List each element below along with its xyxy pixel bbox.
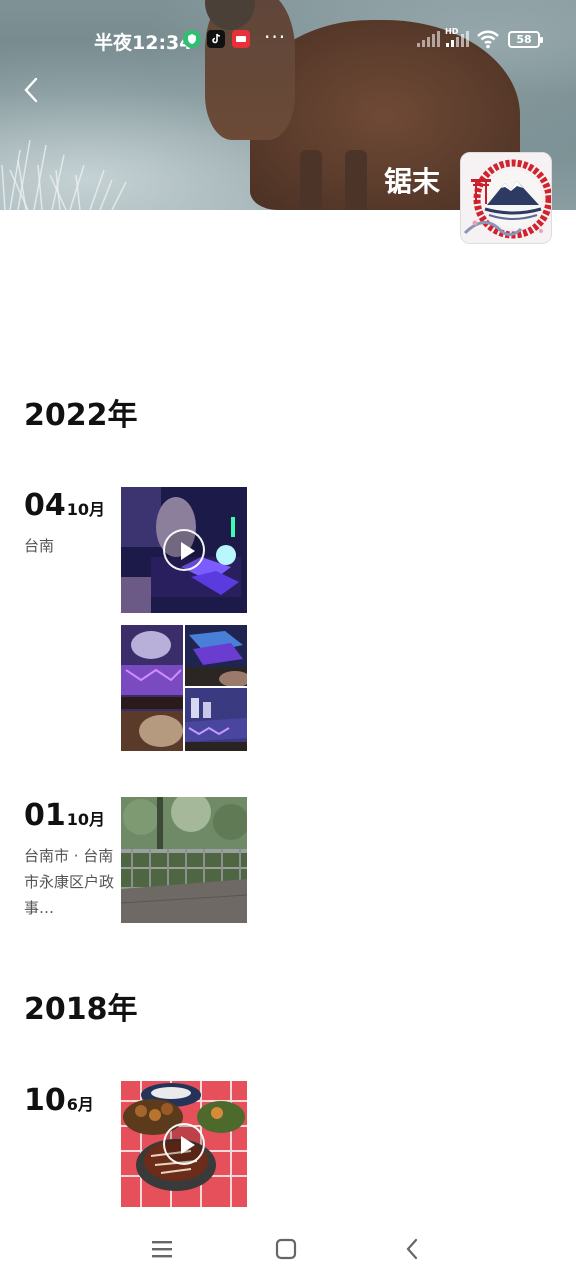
photo-thumbnail[interactable] xyxy=(121,625,183,751)
signal-icon-2 xyxy=(446,31,469,47)
signal-icon xyxy=(417,31,440,47)
status-time: 半夜12:34 xyxy=(94,32,193,54)
play-icon xyxy=(163,1123,205,1165)
user-name: 锯末 xyxy=(384,165,441,198)
year-heading: 2018年 xyxy=(24,992,138,1027)
home-icon xyxy=(275,1238,297,1260)
nav-back-button[interactable] xyxy=(392,1234,432,1264)
photo-thumbnail[interactable] xyxy=(121,797,247,923)
chevron-left-icon xyxy=(24,77,38,103)
balcony-railing-image xyxy=(121,797,247,923)
mount-fuji-avatar-image xyxy=(461,153,551,243)
tiktok-icon xyxy=(207,30,225,48)
shield-icon xyxy=(183,30,201,48)
party-scene-image xyxy=(185,625,247,686)
party-scene-image xyxy=(185,688,247,751)
more-indicator: ··· xyxy=(264,25,287,49)
day-number: 01 xyxy=(24,798,66,833)
animal-leg xyxy=(345,150,367,210)
day-number: 10 xyxy=(24,1083,66,1118)
video-thumbnail[interactable] xyxy=(121,1081,247,1207)
location-label: 台南市 · 台南市永康区户政事… xyxy=(24,847,115,917)
date-label: 0110月 xyxy=(24,798,105,833)
photo-thumbnail[interactable] xyxy=(185,625,247,686)
day-number: 04 xyxy=(24,488,66,523)
status-bar: 半夜12:34 ··· HD 58 xyxy=(0,0,576,80)
video-thumbnail[interactable] xyxy=(121,487,247,613)
date-label: 0410月 xyxy=(24,488,105,523)
nav-home-button[interactable] xyxy=(266,1234,306,1264)
system-nav-bar xyxy=(0,1216,576,1280)
battery-icon: 58 xyxy=(508,31,543,48)
back-icon xyxy=(406,1238,418,1260)
back-button[interactable] xyxy=(14,70,48,110)
party-scene-image xyxy=(121,625,183,751)
month-label: 10月 xyxy=(66,500,106,519)
battery-level: 58 xyxy=(516,33,532,46)
nav-menu-button[interactable] xyxy=(142,1234,182,1264)
menu-icon xyxy=(152,1241,172,1258)
month-label: 10月 xyxy=(66,810,106,829)
avatar[interactable] xyxy=(460,152,552,244)
wifi-icon xyxy=(477,30,499,49)
month-label: 6月 xyxy=(66,1095,94,1114)
play-icon xyxy=(163,529,205,571)
location-label: 台南 xyxy=(24,537,55,555)
date-label: 106月 xyxy=(24,1083,94,1118)
year-heading: 2022年 xyxy=(24,398,138,433)
red-app-icon xyxy=(232,30,250,48)
animal-leg xyxy=(300,150,322,210)
photo-thumbnail[interactable] xyxy=(185,688,247,751)
